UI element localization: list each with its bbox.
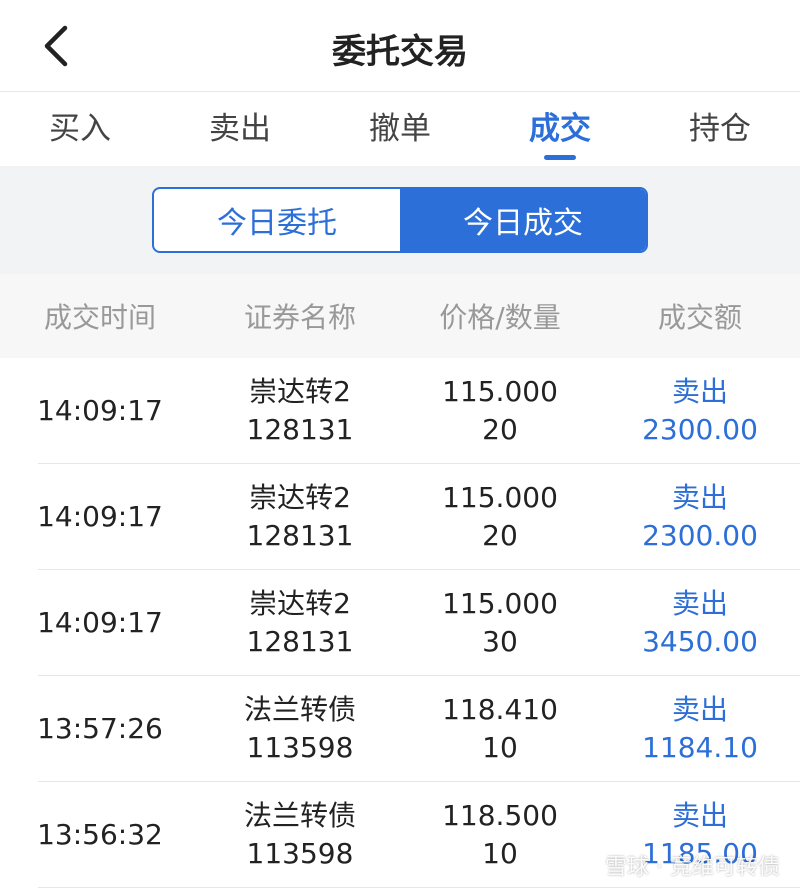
deal-price: 115.000 [442,587,558,620]
price-qty-cell: 115.000 30 [400,585,600,661]
active-tab-indicator [544,155,576,160]
deal-amount: 2300.00 [642,413,758,446]
deal-time: 14:09:17 [37,394,163,427]
deal-price: 118.500 [442,799,558,832]
today-deals-button[interactable]: 今日成交 [400,189,646,251]
watermark: 雪球 · 竞维可转债 [571,849,780,881]
amount-cell: 卖出 2300.00 [600,479,800,555]
deal-price: 118.410 [442,693,558,726]
deal-price: 115.000 [442,481,558,514]
deal-side: 卖出 [671,799,728,832]
deal-qty: 30 [482,625,518,658]
tab-label: 卖出 [209,111,271,147]
price-qty-cell: 118.500 10 [400,797,600,873]
security-code: 113598 [246,837,354,870]
security-cell: 崇达转2 128131 [200,479,400,555]
security-code: 128131 [246,413,354,446]
deal-qty: 20 [482,413,518,446]
tab-label: 买入 [49,111,111,147]
tab-label: 持仓 [689,111,751,147]
deal-time: 14:09:17 [37,500,163,533]
table-row[interactable]: 14:09:17 崇达转2 128131 115.000 20 卖出 2300.00 [0,358,800,464]
tab-sell[interactable]: 卖出 [160,92,320,166]
deal-side: 卖出 [671,481,728,514]
deal-side: 卖出 [671,693,728,726]
tab-deals[interactable]: 成交 [480,92,640,166]
deals-list: 14:09:17 崇达转2 128131 115.000 20 卖出 2300.00 … [0,358,800,888]
snowball-logo-icon [572,852,598,878]
security-name: 崇达转2 [249,587,351,620]
tab-label: 成交 [529,111,591,147]
deal-qty: 10 [482,731,518,764]
column-header-time: 成交时间 [43,301,156,334]
segment-band: 今日委托 今日成交 [0,166,800,274]
deal-amount: 2300.00 [642,519,758,552]
table-row[interactable]: 13:57:26 法兰转债 113598 118.410 10 卖出 1184.10 [0,676,800,782]
amount-cell: 卖出 1184.10 [600,691,800,767]
deal-qty: 10 [482,837,518,870]
price-qty-cell: 115.000 20 [400,373,600,449]
security-cell: 崇达转2 128131 [200,585,400,661]
security-name: 崇达转2 [249,375,351,408]
amount-cell: 卖出 3450.00 [600,585,800,661]
deal-price: 115.000 [442,375,558,408]
tab-buy[interactable]: 买入 [0,92,160,166]
tab-label: 撤单 [369,111,431,147]
security-name: 法兰转债 [243,693,356,726]
today-orders-button[interactable]: 今日委托 [154,189,400,251]
trade-tabs: 买入 卖出 撤单 成交 持仓 [0,92,800,166]
deal-time: 13:56:32 [37,818,163,851]
security-cell: 法兰转债 113598 [200,691,400,767]
security-code: 128131 [246,519,354,552]
security-code: 128131 [246,625,354,658]
tab-cancel[interactable]: 撤单 [320,92,480,166]
page-title: 委托交易 [332,32,468,72]
price-qty-cell: 118.410 10 [400,691,600,767]
table-row[interactable]: 14:09:17 崇达转2 128131 115.000 20 卖出 2300.00 [0,464,800,570]
security-cell: 崇达转2 128131 [200,373,400,449]
deal-side: 卖出 [671,375,728,408]
segmented-control: 今日委托 今日成交 [152,187,648,253]
column-header-price-qty: 价格/数量 [439,301,561,334]
column-header-amount: 成交额 [657,301,742,334]
watermark-text: 雪球 · 竞维可转债 [605,855,780,880]
security-name: 崇达转2 [249,481,351,514]
deal-side: 卖出 [671,587,728,620]
column-header-name: 证券名称 [243,301,356,334]
table-row[interactable]: 14:09:17 崇达转2 128131 115.000 30 卖出 3450.00 [0,570,800,676]
price-qty-cell: 115.000 20 [400,479,600,555]
deal-qty: 20 [482,519,518,552]
table-header: 成交时间 证券名称 价格/数量 成交额 [0,274,800,358]
tab-positions[interactable]: 持仓 [640,92,800,166]
deal-time: 13:57:26 [37,712,163,745]
security-code: 113598 [246,731,354,764]
security-name: 法兰转债 [243,799,356,832]
security-cell: 法兰转债 113598 [200,797,400,873]
amount-cell: 卖出 2300.00 [600,373,800,449]
top-bar: 委托交易 [0,0,800,92]
deal-amount: 3450.00 [642,625,758,658]
deal-time: 14:09:17 [37,606,163,639]
deal-amount: 1184.10 [642,731,758,764]
